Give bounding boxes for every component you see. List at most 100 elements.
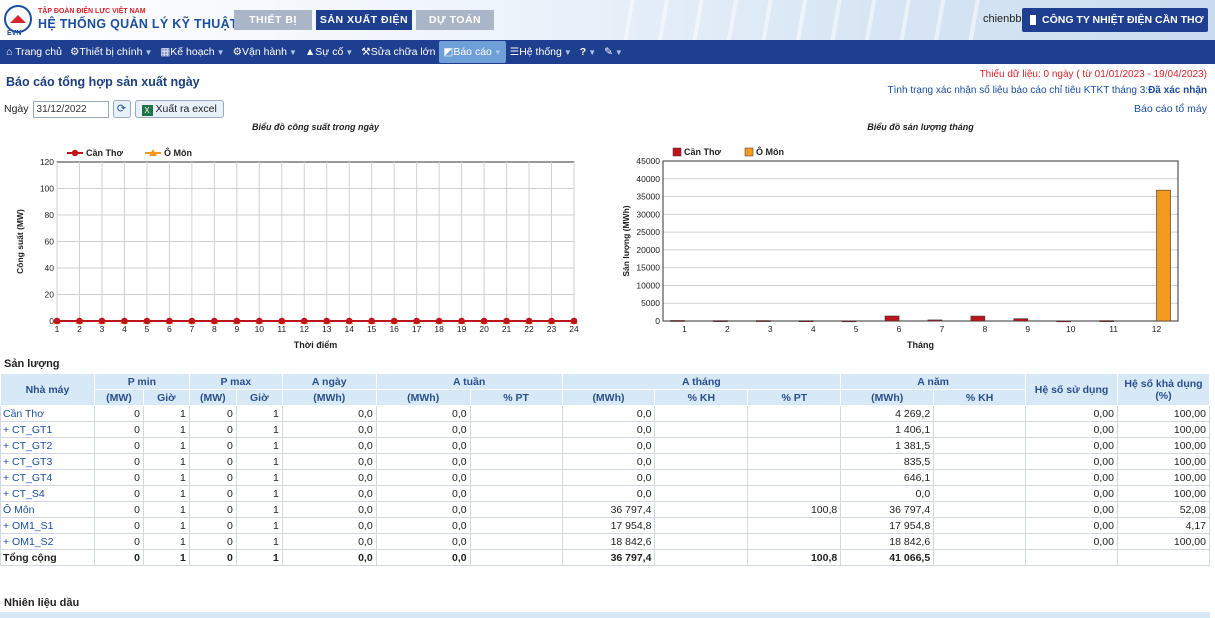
bar <box>670 320 685 322</box>
refresh-button[interactable]: ⟳ <box>112 100 131 118</box>
data-point <box>300 317 308 325</box>
x-tick-label: 21 <box>502 324 512 334</box>
data-point <box>525 317 533 325</box>
x-axis-label: Thời điểm <box>294 340 337 350</box>
cell-pmin-h: 1 <box>142 501 190 518</box>
cell-aweek: 0,0 <box>375 549 471 566</box>
cell-pmax: 0 <box>188 501 237 518</box>
cell-aweek-pt <box>469 517 563 534</box>
th-aweek-mwh: (MWh) <box>375 389 471 406</box>
data-point <box>323 317 331 325</box>
x-tick-label: 10 <box>255 324 265 334</box>
toolbar: Ngày ⟳ XXuất ra excel <box>4 100 224 118</box>
nav-thiet-bi-chinh[interactable]: ⚙Thiết bị chính ▼ <box>66 41 156 63</box>
tab-du-toan[interactable]: DỰ TOÁN <box>416 10 494 30</box>
nav-su-co[interactable]: ▲Sự cố ▼ <box>301 41 357 63</box>
cell-name[interactable]: + CT_GT4 <box>0 469 95 486</box>
cell-pmin: 0 <box>93 485 144 502</box>
cell-name[interactable]: + OM1_S2 <box>0 533 95 550</box>
cell-pmax: 0 <box>188 549 237 566</box>
cell-usage: 0,00 <box>1025 517 1118 534</box>
th-pmin-mw: (MW) <box>93 389 144 406</box>
cell-aday: 0,0 <box>281 405 377 422</box>
cell-pmin: 0 <box>93 453 144 470</box>
nav-label: Vận hành <box>242 46 287 58</box>
legend-label: Cần Thơ <box>684 147 721 157</box>
cell-amonth-kh <box>654 533 749 550</box>
bar <box>841 320 857 323</box>
cell-amonth-kh <box>654 549 749 566</box>
table-row: + OM1_S1 0 1 0 1 0,0 0,0 17 954,8 17 954,8 0,00 4,… <box>0 517 1211 534</box>
nav-bao-cao[interactable]: ◩Báo cáo ▼ <box>439 41 506 63</box>
cell-pmax-h: 1 <box>235 533 283 550</box>
cell-pmin: 0 <box>93 405 144 422</box>
x-tick-label: 7 <box>190 324 195 334</box>
data-point <box>548 317 555 325</box>
cell-name[interactable]: + OM1_S1 <box>0 517 95 534</box>
legend-marker <box>71 149 79 157</box>
nav-tools[interactable]: ✎ ▼ <box>600 41 627 63</box>
nav-help[interactable]: ? ▼ <box>576 41 600 63</box>
nav-ke-hoach[interactable]: ▦Kế hoạch ▼ <box>156 41 228 63</box>
cell-aday: 0,0 <box>281 469 377 486</box>
cell-pmax-h: 1 <box>235 549 283 566</box>
wrench-icon: ⚒ <box>361 46 371 58</box>
y-tick-label: 60 <box>45 237 55 247</box>
home-icon: ⌂ <box>6 46 13 58</box>
cell-aday: 0,0 <box>281 501 377 518</box>
cell-amonth-pt <box>747 485 842 502</box>
unit-report-link[interactable]: Báo cáo tổ máy <box>1134 103 1207 115</box>
cell-pmax: 0 <box>188 421 237 438</box>
tab-thiet-bi[interactable]: THIẾT BỊ <box>234 10 312 30</box>
th-aday: A ngày <box>281 373 377 390</box>
company-button[interactable]: CÔNG TY NHIỆT ĐIỆN CẦN THƠ <box>1022 8 1208 32</box>
cell-name[interactable]: Cần Thơ <box>0 405 95 422</box>
th-amonth-kh: % KH <box>654 389 749 406</box>
tab-san-xuat-dien[interactable]: SẢN XUẤT ĐIỆN <box>316 10 412 30</box>
fuel-table-header <box>0 612 1210 618</box>
y-tick-label: 80 <box>45 210 55 220</box>
cell-pmin: 0 <box>93 517 144 534</box>
nav-trang-chu[interactable]: ⌂ Trang chủ <box>2 41 66 63</box>
username[interactable]: chienbb <box>983 13 1022 25</box>
cell-name[interactable]: + CT_GT1 <box>0 421 95 438</box>
legend-label: Ô Môn <box>164 147 192 158</box>
cell-pmax-h: 1 <box>235 421 283 438</box>
cell-name[interactable]: Ô Môn <box>0 501 95 518</box>
cell-pmin-h: 1 <box>142 421 190 438</box>
chevron-down-icon: ▼ <box>288 48 297 57</box>
nav-he-thong[interactable]: ☰Hệ thống ▼ <box>506 41 576 63</box>
cell-name[interactable]: + CT_GT2 <box>0 437 95 454</box>
x-tick-label: 9 <box>234 324 239 334</box>
y-axis-label: Công suất (MW) <box>15 209 25 274</box>
cell-amonth-kh <box>654 437 749 454</box>
data-point <box>53 317 61 325</box>
table-row: Ô Môn 0 1 0 1 0,0 0,0 36 797,4 100,8 36 797,4 0,00… <box>0 501 1211 518</box>
x-tick-label: 22 <box>524 324 534 334</box>
date-input[interactable] <box>32 100 109 118</box>
monthly-bar-chart: Biểu đồ sản lượng tháng Tháng Sản lượng (M… <box>621 122 1179 350</box>
nav-van-hanh[interactable]: ⚙Vận hành ▼ <box>229 41 301 63</box>
bar <box>884 315 900 322</box>
y-tick-label: 25000 <box>636 227 660 237</box>
th-aday-mwh: (MWh) <box>281 389 377 406</box>
cell-pmin-h: 1 <box>142 453 190 470</box>
cell-name: Tổng cộng <box>0 549 95 566</box>
nav-sua-chua-lon[interactable]: ⚒Sửa chữa lớn <box>357 41 439 63</box>
data-point <box>98 317 106 325</box>
x-tick-label: 23 <box>547 324 557 334</box>
cell-name[interactable]: + CT_S4 <box>0 485 95 502</box>
export-excel-button[interactable]: X Xuất ra excel <box>134 100 224 118</box>
cell-name[interactable]: + CT_GT3 <box>0 453 95 470</box>
evn-logo-icon <box>4 5 32 33</box>
cell-amonth-pt <box>747 533 842 550</box>
cell-aday: 0,0 <box>281 485 377 502</box>
cell-amonth-kh <box>654 421 749 438</box>
cell-amonth-pt <box>747 437 842 454</box>
cell-aday: 0,0 <box>281 421 377 438</box>
cell-usage <box>1025 549 1118 566</box>
list-icon: ☰ <box>509 46 520 58</box>
cell-amonth-pt: 100,8 <box>747 501 842 518</box>
main-nav: ⌂ Trang chủ ⚙Thiết bị chính ▼ ▦Kế hoạch ▼ … <box>0 40 1215 64</box>
cell-avail <box>1116 549 1211 566</box>
